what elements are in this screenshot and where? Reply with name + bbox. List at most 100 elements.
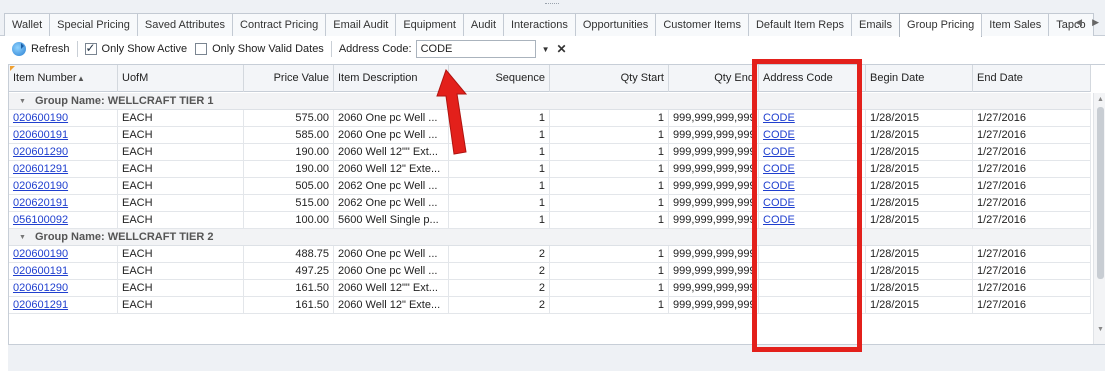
item-number-link[interactable]: 056100092 [13, 214, 68, 226]
cell-desc: 2060 One pc Well ... [334, 246, 449, 263]
cell-end: 1/27/2016 [973, 144, 1091, 161]
cell-item[interactable]: 020601290 [9, 280, 118, 297]
column-header-qty-end[interactable]: Qty End [669, 65, 759, 92]
cell-text: 2060 Well 12" Exte... [338, 163, 441, 175]
tab-emails[interactable]: Emails [851, 13, 901, 36]
cell-text: 1/27/2016 [977, 214, 1026, 226]
tab-email-audit[interactable]: Email Audit [325, 13, 397, 36]
cell-desc: 2060 One pc Well ... [334, 263, 449, 280]
table-row[interactable]: 020600191 EACH 497.25 2060 One pc Well ... 2… [9, 263, 1091, 280]
tab-wallet[interactable]: Wallet [4, 13, 51, 36]
item-number-link[interactable]: 020601291 [13, 163, 68, 175]
item-number-link[interactable]: 020620190 [13, 180, 68, 192]
cell-text: 2060 Well 12" Exte... [338, 299, 441, 311]
cell-text: 999,999,999,999 [673, 197, 756, 209]
cell-item[interactable]: 020601290 [9, 144, 118, 161]
cell-text: 1/28/2015 [870, 146, 919, 158]
cell-text: 1/28/2015 [870, 299, 919, 311]
group-row[interactable]: ▼ Group Name: WELLCRAFT TIER 2 [9, 229, 1091, 246]
drag-grip[interactable] [545, 3, 559, 6]
table-row[interactable]: 020601290 EACH 161.50 2060 Well 12"" Ext...… [9, 280, 1091, 297]
column-header-item-number[interactable]: Item Number ▲ [9, 65, 118, 92]
tab-audit[interactable]: Audit [462, 13, 504, 36]
table-row[interactable]: 020601291 EACH 190.00 2060 Well 12" Exte...… [9, 161, 1091, 178]
table-row[interactable]: 020601290 EACH 190.00 2060 Well 12"" Ext...… [9, 144, 1091, 161]
scrollbar-thumb[interactable] [1097, 107, 1104, 279]
cell-text: 999,999,999,999 [673, 163, 756, 175]
vertical-scrollbar[interactable]: ▲ ▼ [1093, 93, 1105, 345]
column-header-label: Item Number [13, 72, 77, 84]
collapse-group-icon[interactable]: ▼ [19, 229, 26, 246]
tab-list: Wallet Special Pricing Saved Attributes Con… [4, 13, 1094, 37]
table-row[interactable]: 020600191 EACH 585.00 2060 One pc Well ... 1… [9, 127, 1091, 144]
column-header-label: Qty Start [620, 72, 664, 84]
tab-item-sales[interactable]: Item Sales [981, 13, 1050, 36]
cell-qty-start: 1 [550, 110, 669, 127]
tab-scroll-left-icon[interactable]: ◀ [1075, 17, 1082, 28]
item-number-link[interactable]: 020600191 [13, 265, 68, 277]
cell-item[interactable]: 020620190 [9, 178, 118, 195]
item-number-link[interactable]: 020620191 [13, 197, 68, 209]
collapse-group-icon[interactable]: ▼ [19, 93, 26, 110]
refresh-button[interactable]: Refresh [8, 37, 74, 61]
tab-interactions[interactable]: Interactions [503, 13, 576, 36]
table-row[interactable]: 020601291 EACH 161.50 2060 Well 12" Exte...… [9, 297, 1091, 314]
table-row[interactable]: 020620190 EACH 505.00 2062 One pc Well ... 1… [9, 178, 1091, 195]
tab-default-item-reps[interactable]: Default Item Reps [747, 13, 852, 36]
group-label: Group Name: WELLCRAFT TIER 1 [35, 95, 214, 107]
cell-item[interactable]: 020601291 [9, 161, 118, 178]
cell-item[interactable]: 020600190 [9, 246, 118, 263]
tab-saved-attributes[interactable]: Saved Attributes [136, 13, 234, 36]
item-number-link[interactable]: 020601290 [13, 146, 68, 158]
address-code-input[interactable]: CODE [415, 40, 536, 58]
scroll-up-icon[interactable]: ▲ [1097, 96, 1104, 103]
cell-desc: 2062 One pc Well ... [334, 178, 449, 195]
cell-seq: 1 [449, 195, 550, 212]
dropdown-arrow-icon[interactable]: ▼ [542, 45, 550, 54]
tab-customer-items[interactable]: Customer Items [655, 13, 749, 36]
item-number-link[interactable]: 020600191 [13, 129, 68, 141]
clear-icon[interactable]: ✕ [557, 42, 567, 56]
column-header-begin-date[interactable]: Begin Date [866, 65, 973, 92]
table-row[interactable]: 020620191 EACH 515.00 2062 One pc Well ... 1… [9, 195, 1091, 212]
tab-group-pricing[interactable]: Group Pricing [899, 13, 983, 37]
cell-item[interactable]: 020600191 [9, 263, 118, 280]
cell-text: 1 [538, 146, 545, 158]
cell-item[interactable]: 020620191 [9, 195, 118, 212]
tab-opportunities[interactable]: Opportunities [574, 13, 657, 36]
cell-text: EACH [122, 214, 153, 226]
item-number-link[interactable]: 020601291 [13, 299, 68, 311]
column-header-qty-start[interactable]: Qty Start [550, 65, 669, 92]
scroll-down-icon[interactable]: ▼ [1097, 326, 1104, 333]
cell-end: 1/27/2016 [973, 297, 1091, 314]
cell-end: 1/27/2016 [973, 178, 1091, 195]
column-header-item-description[interactable]: Item Description [334, 65, 449, 92]
table-row[interactable]: 056100092 EACH 100.00 5600 Well Single p...… [9, 212, 1091, 229]
cell-item[interactable]: 020600190 [9, 110, 118, 127]
cell-text: 497.25 [295, 265, 329, 277]
only-active-checkbox[interactable]: Only Show Active [81, 37, 192, 61]
cell-price: 488.75 [244, 246, 334, 263]
group-row[interactable]: ▼ Group Name: WELLCRAFT TIER 1 [9, 93, 1091, 110]
tab-equipment[interactable]: Equipment [395, 13, 464, 36]
item-number-link[interactable]: 020601290 [13, 282, 68, 294]
cell-item[interactable]: 020600191 [9, 127, 118, 144]
table-row[interactable]: 020600190 EACH 488.75 2060 One pc Well ... 2… [9, 246, 1091, 263]
tab-special-pricing[interactable]: Special Pricing [49, 13, 138, 36]
column-header-end-date[interactable]: End Date [973, 65, 1091, 92]
cell-qty-start: 1 [550, 195, 669, 212]
only-valid-dates-checkbox[interactable]: Only Show Valid Dates [191, 37, 328, 61]
table-row[interactable]: 020600190 EACH 575.00 2060 One pc Well ... 1… [9, 110, 1091, 127]
column-header-uofm[interactable]: UofM [118, 65, 244, 92]
item-number-link[interactable]: 020600190 [13, 112, 68, 124]
column-header-price-value[interactable]: Price Value [244, 65, 334, 92]
cell-item[interactable]: 020601291 [9, 297, 118, 314]
cell-end: 1/27/2016 [973, 195, 1091, 212]
sort-ascending-icon[interactable]: ▲ [77, 65, 85, 92]
cell-text: EACH [122, 112, 153, 124]
cell-item[interactable]: 056100092 [9, 212, 118, 229]
tab-scroll-right-icon[interactable]: ▶ [1092, 17, 1099, 28]
cell-uofm: EACH [118, 297, 244, 314]
item-number-link[interactable]: 020600190 [13, 248, 68, 260]
tab-contract-pricing[interactable]: Contract Pricing [232, 13, 327, 36]
